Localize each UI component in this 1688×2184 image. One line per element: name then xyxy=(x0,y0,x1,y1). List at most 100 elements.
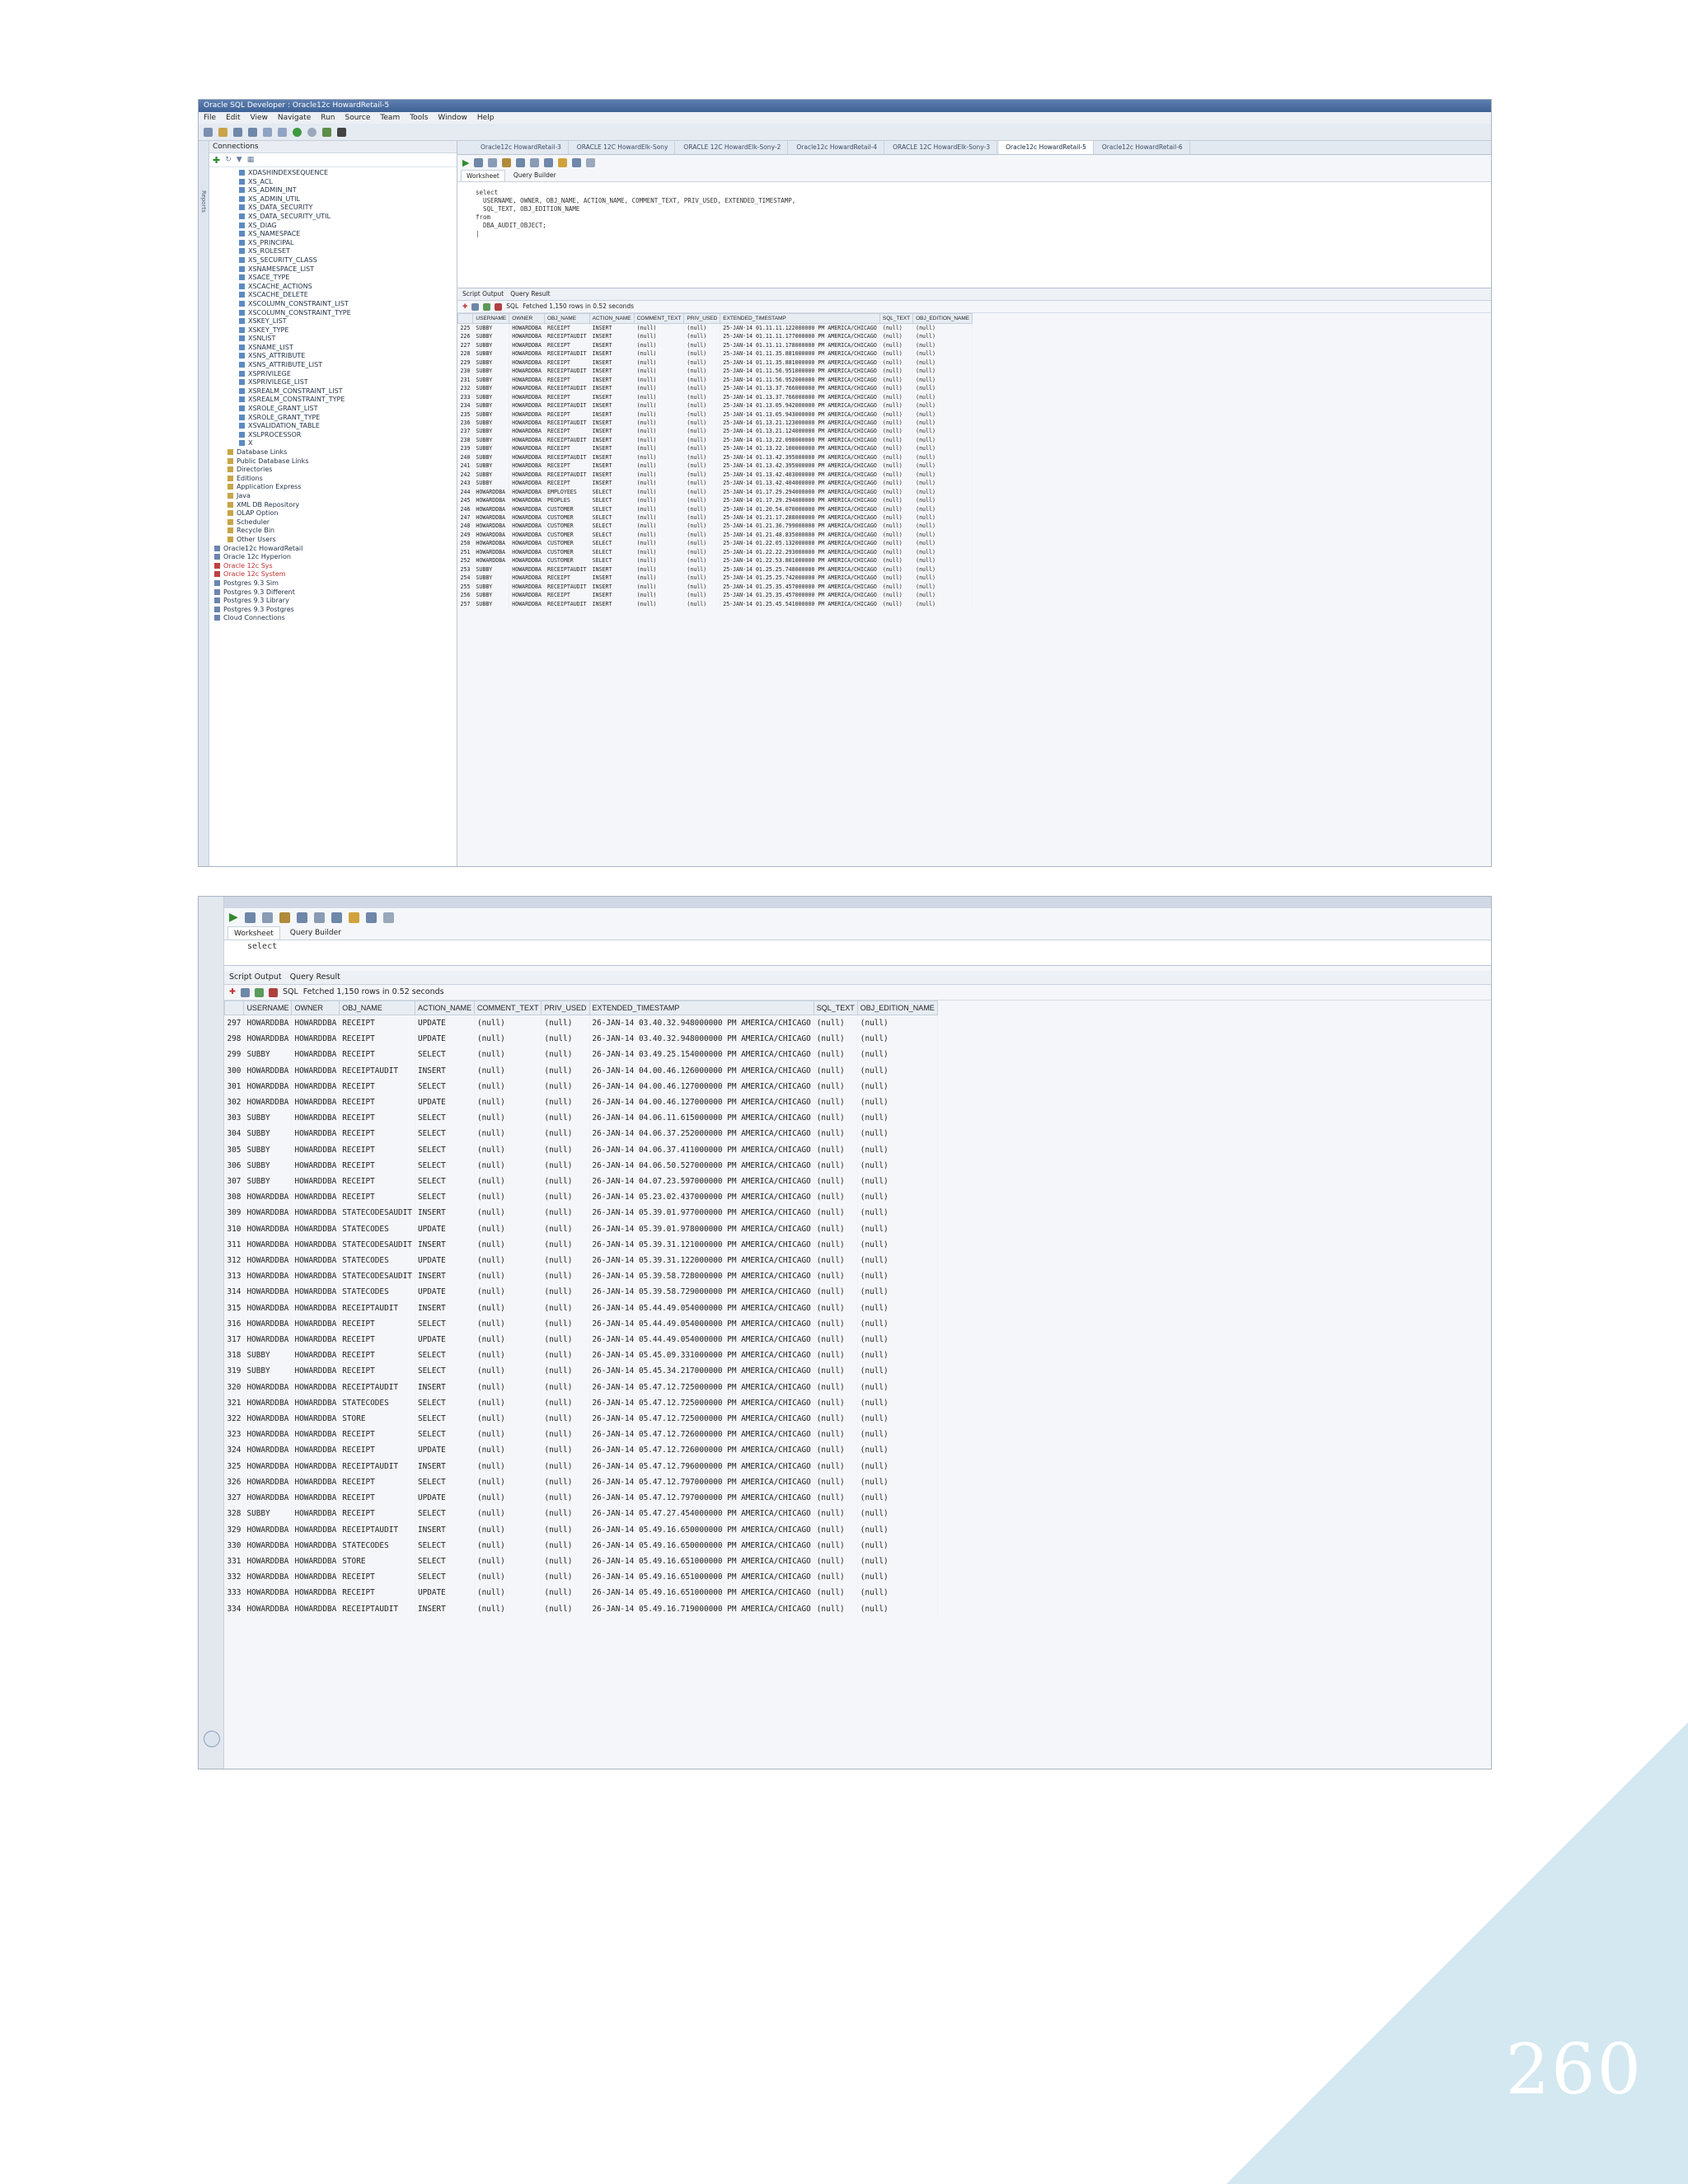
menu-team[interactable]: Team xyxy=(380,112,400,124)
table-row[interactable]: 257 SUBBY HOWARDDBA RECEIPTAUDIT INSERT (null… xyxy=(457,599,973,608)
document-tab[interactable]: Oracle12c HowardRetail-6 xyxy=(1095,141,1190,154)
tree-item[interactable]: Application Express xyxy=(209,483,457,492)
menu-run[interactable]: Run xyxy=(321,112,335,124)
table-row[interactable]: 225 SUBBY HOWARDDBA RECEIPT INSERT (null) (nul… xyxy=(457,323,973,333)
tree-item[interactable]: XML DB Repository xyxy=(209,501,457,510)
tab-script-output[interactable]: Script Output xyxy=(462,288,504,300)
menu-edit[interactable]: Edit xyxy=(226,112,240,124)
table-row[interactable]: 333 HOWARDDBA HOWARDDBA RECEIPT UPDATE (null)… xyxy=(224,1585,938,1601)
refresh-results-icon[interactable] xyxy=(254,987,264,997)
tree-item[interactable]: XDASHINDEXSEQUENCE xyxy=(209,169,457,178)
redo-icon[interactable] xyxy=(278,127,287,137)
table-row[interactable]: 318 SUBBY HOWARDDBA RECEIPT SELECT (null) (nul… xyxy=(224,1347,938,1364)
column-header[interactable]: OWNER xyxy=(509,313,545,324)
clear-icon[interactable] xyxy=(365,912,377,923)
table-row[interactable]: 326 HOWARDDBA HOWARDDBA RECEIPT SELECT (null)… xyxy=(224,1474,938,1491)
table-row[interactable]: 250 HOWARDDBA HOWARDDBA CUSTOMER SELECT (null… xyxy=(457,539,973,548)
document-tab[interactable]: Oracle12c HowardRetail-5 xyxy=(999,141,1094,154)
rollback-icon[interactable] xyxy=(530,157,540,167)
open-icon[interactable] xyxy=(218,127,227,137)
tree-item[interactable]: Postgres 9.3 Sim xyxy=(209,579,457,588)
table-row[interactable]: 299 SUBBY HOWARDDBA RECEIPT SELECT (null) (nul… xyxy=(224,1047,938,1063)
document-tab[interactable]: Oracle12c HowardRetail-3 xyxy=(474,141,569,154)
tree-item[interactable]: XS_ADMIN_UTIL xyxy=(209,195,457,204)
table-row[interactable]: 317 HOWARDDBA HOWARDDBA RECEIPT UPDATE (null)… xyxy=(224,1332,938,1348)
table-row[interactable]: 331 HOWARDDBA HOWARDDBA STORE SELECT (null) (n… xyxy=(224,1553,938,1570)
tree-item[interactable]: XSKEY_TYPE xyxy=(209,326,457,335)
column-header[interactable]: EXTENDED_TIMESTAMP xyxy=(720,313,880,324)
tree-item[interactable]: Oracle 12c Sys xyxy=(209,562,457,571)
tree-item[interactable]: XSNS_ATTRIBUTE_LIST xyxy=(209,361,457,370)
tree-item[interactable]: XSREALM_CONSTRAINT_TYPE xyxy=(209,396,457,405)
table-row[interactable]: 312 HOWARDDBA HOWARDDBA STATECODES UPDATE (nu… xyxy=(224,1253,938,1269)
explain-plan-icon[interactable] xyxy=(279,912,290,923)
add-connection-icon[interactable]: ✚ xyxy=(213,155,220,166)
table-row[interactable]: 329 HOWARDDBA HOWARDDBA RECEIPTAUDIT INSERT(… xyxy=(224,1521,938,1538)
document-tab[interactable]: ORACLE 12C HowardElk-Sony xyxy=(570,141,676,154)
column-header[interactable]: ACTION_NAME xyxy=(588,313,635,324)
tree-item[interactable]: XSCOLUMN_CONSTRAINT_TYPE xyxy=(209,309,457,318)
filter-icon[interactable]: ▼ xyxy=(237,156,242,164)
sql-editor[interactable]: select USERNAME, OWNER, OBJ_NAME, ACTION… xyxy=(457,182,1491,288)
tree-item[interactable]: Editions xyxy=(209,475,457,484)
menu-tools[interactable]: Tools xyxy=(410,112,428,124)
undo-icon[interactable] xyxy=(263,127,272,137)
table-row[interactable]: 330 HOWARDDBA HOWARDDBA STATECODES SELECT (nu… xyxy=(224,1537,938,1554)
table-row[interactable]: 305 SUBBY HOWARDDBA RECEIPT SELECT (null) (nul… xyxy=(224,1141,938,1158)
table-row[interactable]: 244 HOWARDDBA HOWARDDBA EMPLOYEES SELECT (nul… xyxy=(457,487,973,497)
column-header[interactable]: PRIV_USED xyxy=(541,1001,590,1015)
tree-item[interactable]: Other Users xyxy=(209,536,457,545)
table-row[interactable]: 253 SUBBY HOWARDDBA RECEIPTAUDIT INSERT (null… xyxy=(457,565,973,574)
document-tab[interactable]: ORACLE 12C HowardElk-Sony-3 xyxy=(886,141,998,154)
tree-item[interactable]: XS_NAMESPACE xyxy=(209,230,457,239)
column-header[interactable]: OBJ_NAME xyxy=(339,1001,415,1015)
tree-item[interactable]: Oracle 12c System xyxy=(209,570,457,579)
history-icon[interactable] xyxy=(382,912,394,923)
pin-icon[interactable]: ✚ xyxy=(462,301,467,312)
back-icon[interactable] xyxy=(293,127,302,137)
table-row[interactable]: 300 HOWARDDBA HOWARDDBA RECEIPTAUDIT INSERT(… xyxy=(224,1062,938,1079)
table-row[interactable]: 236 SUBBY HOWARDDBA RECEIPTAUDIT INSERT (null… xyxy=(457,418,973,428)
tree-item[interactable]: Scheduler xyxy=(209,518,457,527)
table-row[interactable]: 249 HOWARDDBA HOWARDDBA CUSTOMER SELECT (null… xyxy=(457,530,973,540)
tree-item[interactable]: XSCACHE_ACTIONS xyxy=(209,283,457,292)
run-statement-icon[interactable]: ▶ xyxy=(229,911,238,924)
table-row[interactable]: 324 HOWARDDBA HOWARDDBA RECEIPT UPDATE (null)… xyxy=(224,1442,938,1459)
table-row[interactable]: 302 HOWARDDBA HOWARDDBA RECEIPT UPDATE (null)… xyxy=(224,1094,938,1111)
forward-icon[interactable] xyxy=(307,127,316,137)
tab-script-output[interactable]: Script Output xyxy=(229,971,282,984)
tree-item[interactable]: XS_SECURITY_CLASS xyxy=(209,256,457,265)
tab-worksheet[interactable]: Worksheet xyxy=(461,170,505,181)
table-row[interactable]: 251 HOWARDDBA HOWARDDBA CUSTOMER SELECT (null… xyxy=(457,547,973,557)
table-row[interactable]: 228 SUBBY HOWARDDBA RECEIPTAUDIT INSERT (null… xyxy=(457,349,973,359)
tree-item[interactable]: Java xyxy=(209,492,457,501)
print-icon[interactable] xyxy=(471,302,480,311)
sql-tuning-icon[interactable] xyxy=(331,912,342,923)
tree-item[interactable]: Oracle 12c Hyperion xyxy=(209,553,457,562)
table-row[interactable]: 306 SUBBY HOWARDDBA RECEIPT SELECT (null) (nul… xyxy=(224,1157,938,1174)
autotrace-icon[interactable] xyxy=(261,912,273,923)
tree-item[interactable]: XSNLIST xyxy=(209,335,457,344)
side-circle-icon[interactable] xyxy=(204,1731,220,1747)
sql-button[interactable]: SQL xyxy=(283,985,298,1000)
document-tab[interactable]: ORACLE 12C HowardElk-Sony-2 xyxy=(677,141,789,154)
tab-query-result[interactable]: Query Result xyxy=(510,288,550,300)
tree-item[interactable]: Directories xyxy=(209,466,457,475)
menu-file[interactable]: File xyxy=(204,112,216,124)
tree-item[interactable]: Database Links xyxy=(209,448,457,457)
tree-item[interactable]: XSVALIDATION_TABLE xyxy=(209,422,457,431)
tree-item[interactable]: XSACE_TYPE xyxy=(209,274,457,283)
tree-item[interactable]: XSNAME_LIST xyxy=(209,344,457,353)
table-row[interactable]: 327 HOWARDDBA HOWARDDBA RECEIPT UPDATE (null)… xyxy=(224,1490,938,1507)
explain-plan-icon[interactable] xyxy=(502,157,512,167)
tree-item[interactable]: XSNS_ATTRIBUTE xyxy=(209,352,457,361)
tree-item[interactable]: OLAP Option xyxy=(209,509,457,518)
table-row[interactable]: 309 HOWARDDBA HOWARDDBA STATECODESAUDIT INSE… xyxy=(224,1205,938,1221)
autotrace-icon[interactable] xyxy=(488,157,498,167)
menu-navigate[interactable]: Navigate xyxy=(278,112,311,124)
stop-icon[interactable] xyxy=(268,987,278,997)
table-row[interactable]: 320 HOWARDDBA HOWARDDBA RECEIPTAUDIT INSERT(… xyxy=(224,1379,938,1395)
tree-item[interactable]: Postgres 9.3 Postgres xyxy=(209,606,457,615)
column-header[interactable]: OBJ_NAME xyxy=(544,313,590,324)
save-icon[interactable] xyxy=(233,127,242,137)
